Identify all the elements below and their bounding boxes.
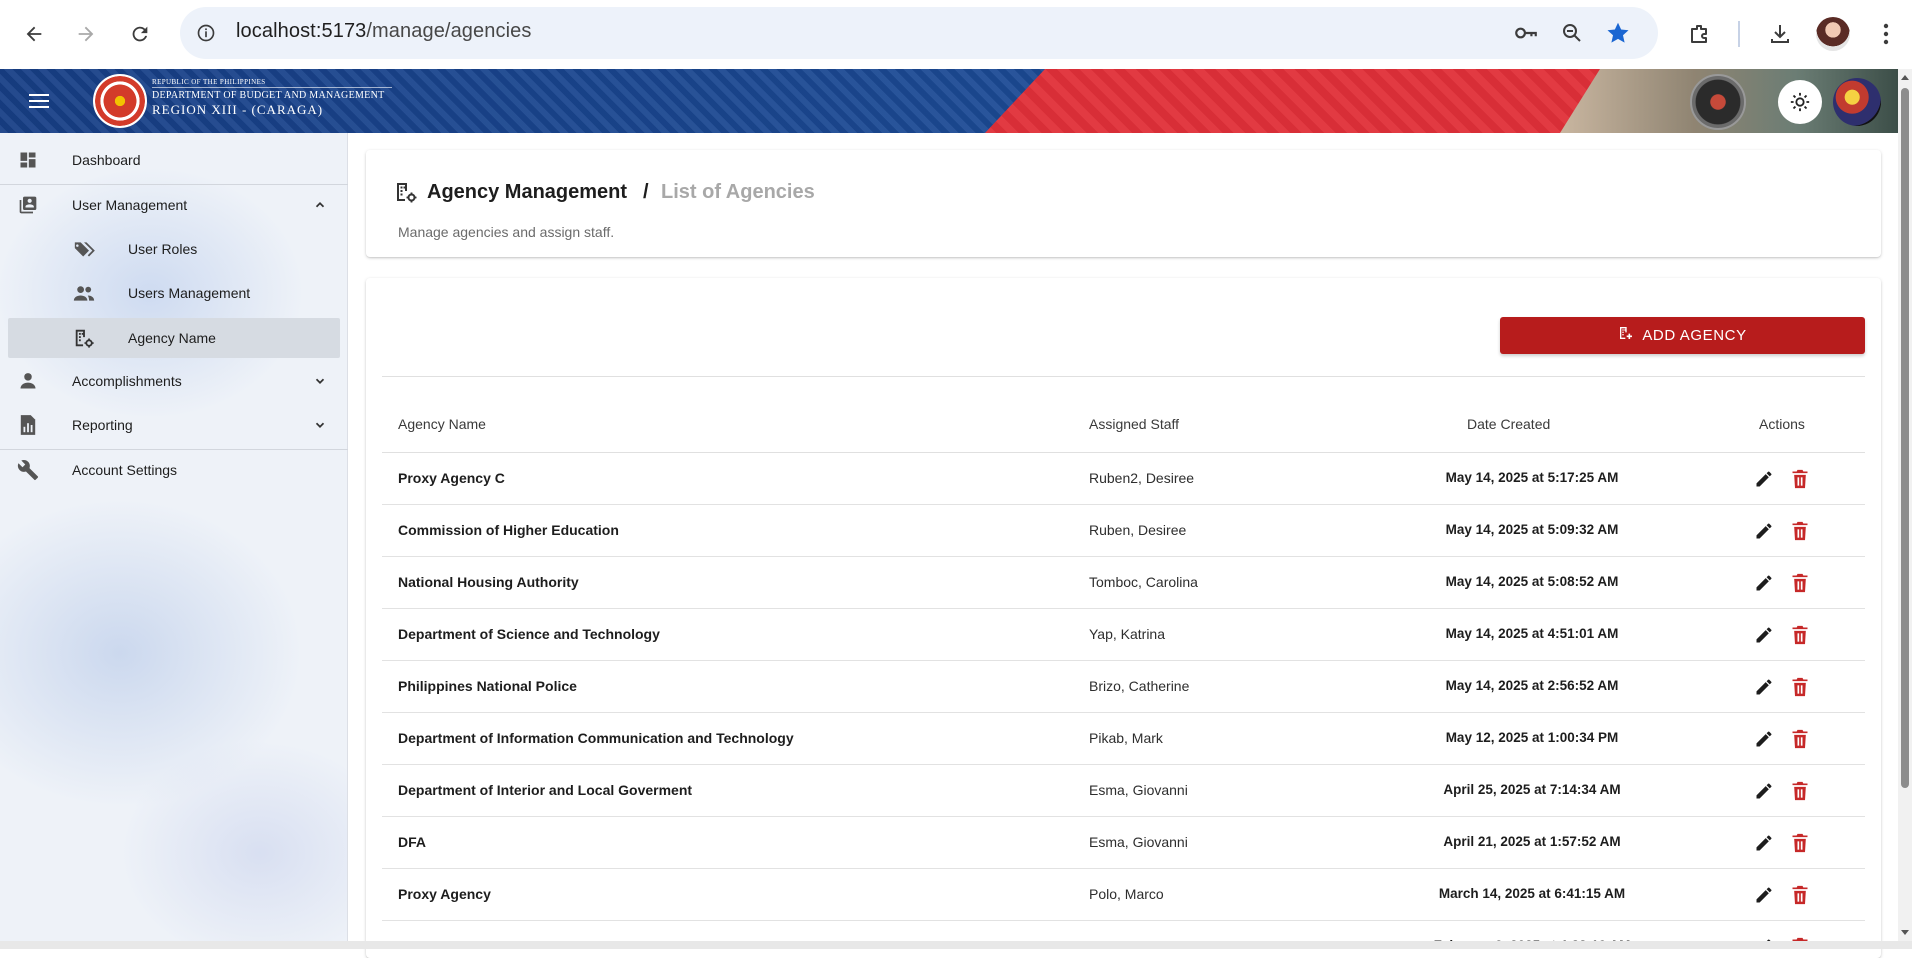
delete-trash-icon[interactable] (1788, 727, 1812, 751)
delete-trash-icon[interactable] (1788, 519, 1812, 543)
delete-trash-icon[interactable] (1788, 779, 1812, 803)
table-row[interactable]: Proxy Agency Polo, Marco March 14, 2025 at… (382, 869, 1865, 921)
page-scrollbar-thumb[interactable] (1901, 88, 1909, 788)
edit-pencil-icon[interactable] (1752, 519, 1776, 543)
date-created-cell: April 25, 2025 at 7:14:34 AM (1443, 782, 1621, 797)
date-created-cell: May 14, 2025 at 5:09:32 AM (1445, 522, 1619, 537)
edit-pencil-icon[interactable] (1752, 883, 1776, 907)
table-row[interactable]: Department of Science and Technology Yap,… (382, 609, 1865, 661)
assigned-staff-cell: Pikab, Mark (1089, 730, 1163, 746)
delete-trash-icon[interactable] (1788, 571, 1812, 595)
edit-pencil-icon[interactable] (1752, 467, 1776, 491)
edit-pencil-icon[interactable] (1752, 831, 1776, 855)
date-created-cell: May 14, 2025 at 5:17:25 AM (1445, 470, 1619, 485)
table-row[interactable]: Commission of Higher Education Ruben, Des… (382, 505, 1865, 557)
edit-pencil-icon[interactable] (1752, 727, 1776, 751)
scroll-down-arrow-icon[interactable] (1899, 927, 1911, 939)
agency-table-body: Proxy Agency C Ruben2, Desiree May 14, 202… (0, 0, 1898, 941)
delete-trash-icon[interactable] (1788, 467, 1812, 491)
assigned-staff-cell: Esma, Giovanni (1089, 782, 1188, 798)
table-row[interactable]: Philippines National Police Brizo, Cather… (382, 661, 1865, 713)
date-created-cell: March 14, 2025 at 6:41:15 AM (1438, 886, 1626, 901)
delete-trash-icon[interactable] (1788, 831, 1812, 855)
agency-name-cell: Department of Information Communication … (398, 730, 794, 746)
agency-name-cell: DFA (398, 834, 426, 850)
agency-name-cell: Department of Interior and Local Goverme… (398, 782, 693, 798)
table-row[interactable]: National Housing Authority Tomboc, Caroli… (382, 557, 1865, 609)
table-row[interactable]: DFA Esma, Giovanni April 21, 2025 at 1:57:… (382, 817, 1865, 869)
scroll-up-arrow-icon[interactable] (1899, 71, 1911, 83)
assigned-staff-cell: Tomboc, Carolina (1089, 574, 1198, 590)
assigned-staff-cell: Polo, Marco (1089, 886, 1164, 902)
edit-pencil-icon[interactable] (1752, 623, 1776, 647)
date-created-cell: May 14, 2025 at 4:51:01 AM (1445, 626, 1619, 641)
assigned-staff-cell: Ruben2, Desiree (1089, 470, 1195, 486)
agency-name-cell: Department of Science and Technology (398, 626, 660, 642)
assigned-staff-cell: Ruben, Desiree (1089, 522, 1187, 538)
agency-name-cell: Commission of Higher Education (398, 522, 619, 538)
delete-trash-icon[interactable] (1788, 623, 1812, 647)
assigned-staff-cell: Brizo, Catherine (1089, 678, 1190, 694)
window-bottom-edge (0, 941, 1912, 949)
assigned-staff-cell: Yap, Katrina (1089, 626, 1166, 642)
table-row[interactable]: Department of Information Communication … (382, 713, 1865, 765)
table-row[interactable]: Department of Interior and Local Goverme… (382, 765, 1865, 817)
date-created-cell: April 21, 2025 at 1:57:52 AM (1443, 834, 1621, 849)
edit-pencil-icon[interactable] (1752, 779, 1776, 803)
table-row[interactable]: Bureau of Internal RevenueMonte, Shiena … (382, 921, 1865, 941)
date-created-cell: May 12, 2025 at 1:00:34 PM (1445, 730, 1619, 745)
delete-trash-icon[interactable] (1788, 883, 1812, 907)
agency-name-cell: Proxy Agency (398, 886, 491, 902)
agency-name-cell: Philippines National Police (398, 678, 577, 694)
agency-name-cell: Proxy Agency C (398, 470, 505, 486)
edit-pencil-icon[interactable] (1752, 571, 1776, 595)
edit-pencil-icon[interactable] (1752, 675, 1776, 699)
assigned-staff-cell: Esma, Giovanni (1089, 834, 1188, 850)
date-created-cell: May 14, 2025 at 5:08:52 AM (1445, 574, 1619, 589)
agency-name-cell: National Housing Authority (398, 574, 579, 590)
delete-trash-icon[interactable] (1788, 675, 1812, 699)
table-row[interactable]: Proxy Agency C Ruben2, Desiree May 14, 202… (382, 453, 1865, 505)
date-created-cell: May 14, 2025 at 2:56:52 AM (1445, 678, 1619, 693)
